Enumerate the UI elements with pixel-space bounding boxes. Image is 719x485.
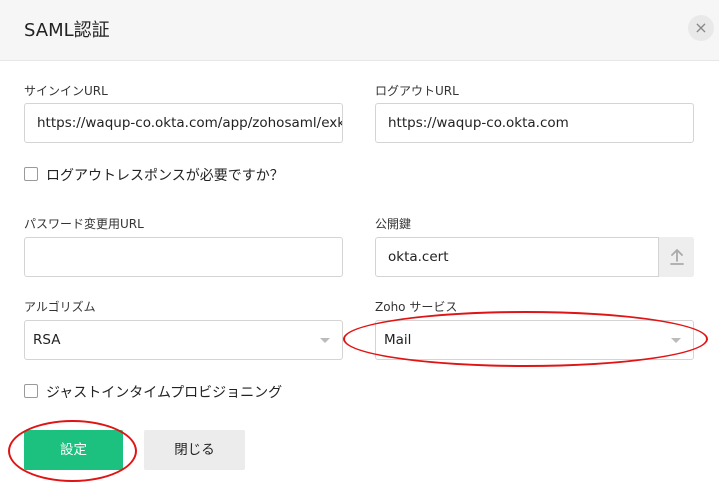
logout-response-row[interactable]: ログアウトレスポンスが必要ですか？ [24,165,344,185]
dialog-title: SAML認証 [24,20,110,41]
password-change-url-input[interactable] [24,237,343,277]
public-key-label: 公開鍵 [375,217,412,231]
close-button[interactable]: 閉じる [144,430,245,470]
submit-button[interactable]: 設定 [24,430,123,470]
upload-button[interactable] [658,237,694,277]
jit-provisioning-label: ジャストインタイムプロビジョニング [46,385,283,401]
dialog-header: SAML認証 × [0,0,719,61]
zoho-service-label: Zoho サービス [375,300,458,314]
logout-response-label: ログアウトレスポンスが必要ですか？ [46,168,284,184]
algorithm-label: アルゴリズム [24,300,96,314]
password-change-url-label: パスワード変更用URL [24,217,144,231]
upload-arrow-icon [670,249,684,265]
close-icon[interactable]: × [688,15,714,41]
algorithm-selected: RSA [33,332,61,348]
signin-url-label: サインインURL [24,84,108,98]
chevron-down-icon [671,338,681,343]
logout-url-input[interactable]: https://waqup-co.okta.com [375,103,694,143]
zoho-service-select[interactable]: Mail [375,320,694,360]
algorithm-select[interactable]: RSA [24,320,343,360]
logout-url-label: ログアウトURL [375,84,459,98]
jit-provisioning-row[interactable]: ジャストインタイムプロビジョニング [24,382,324,402]
zoho-service-selected: Mail [384,332,412,348]
jit-provisioning-checkbox[interactable] [24,384,38,398]
logout-response-checkbox[interactable] [24,167,38,181]
signin-url-input[interactable]: https://waqup-co.okta.com/app/zohosaml/e… [24,103,343,143]
public-key-input[interactable]: okta.cert [375,237,694,277]
chevron-down-icon [320,338,330,343]
